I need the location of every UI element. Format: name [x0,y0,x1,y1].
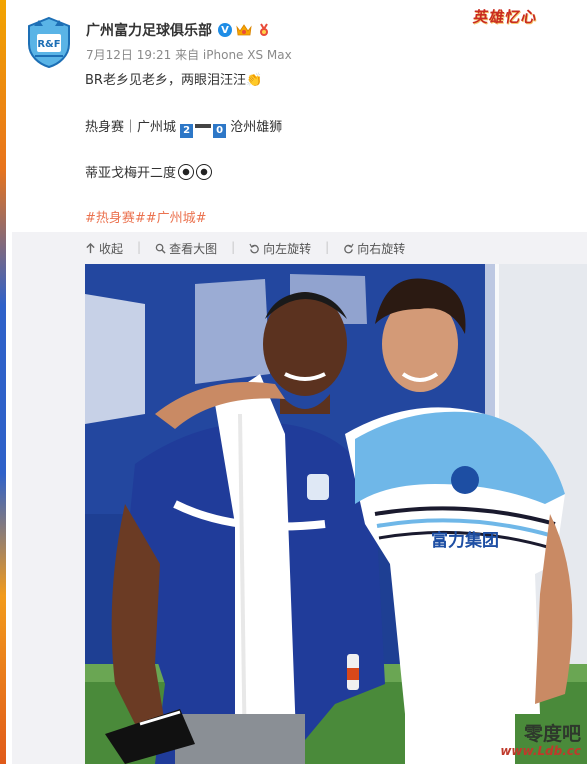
search-icon [155,243,166,254]
rotate-right-label: 向右旋转 [357,241,406,256]
collapse-label: 收起 [99,241,124,256]
verified-badge-icon[interactable]: V [218,23,232,37]
soccer-ball-icon [178,164,195,180]
soccer-ball-icon [196,164,213,180]
rotate-right-button[interactable]: 向右旋转 [343,240,405,256]
toolbar-divider: | [325,240,330,254]
away-score: 0 [213,124,227,138]
rotate-left-label: 向左旋转 [263,241,312,256]
username-link[interactable]: 广州富力足球俱乐部 [86,20,212,40]
collapse-button[interactable]: 收起 [85,240,123,256]
rotate-left-icon [249,243,259,253]
post-meta[interactable]: 7月12日 19:21 来自 iPhone XS Max [86,46,292,63]
away-team: 沧州雄狮 [230,120,283,135]
watermark-chars: 零度吧 [523,723,581,745]
watermark-site: www.Ldb.cc [500,744,581,758]
watermark-top-right: 英雄忆心 [471,8,539,26]
rotate-left-button[interactable]: 向左旋转 [249,240,311,256]
post-line-3-text: 蒂亚戈梅开二度 [85,166,177,181]
post-line-match: 热身赛｜广州城 2 0 沧州雄狮 [85,116,282,138]
media-toolbar: 收起 | 查看大图 | 向左旋转 | 向右旋转 [85,240,405,256]
post-line-3: 蒂亚戈梅开二度 [85,162,213,181]
score-dash [195,124,212,128]
crest-label: R&F [37,39,60,50]
post-line-1: BR老乡见老乡，两眼泪汪汪👏 [85,73,263,88]
club-crest-icon: R&F [28,16,70,69]
post-photo[interactable]: 富力集团 零度吧 www.Ldb.cc [85,264,587,764]
toolbar-divider: | [231,240,236,254]
member-crown-icon[interactable] [236,23,252,37]
avatar[interactable]: R&F [25,16,73,69]
photo-illustration: 富力集团 [85,264,587,764]
left-edge-strip [0,0,6,764]
shirt-sponsor-text: 富力集团 [431,530,499,551]
view-large-label: 查看大图 [169,241,218,256]
collapse-arrow-icon [86,242,95,253]
hashtag-links[interactable]: #热身赛##广州城# [85,207,207,226]
rotate-right-icon [344,243,354,253]
event-medal-icon[interactable] [256,23,272,37]
view-large-button[interactable]: 查看大图 [155,240,217,256]
match-prefix: 热身赛｜广州城 [85,120,177,135]
toolbar-divider: | [137,240,142,254]
user-row: 广州富力足球俱乐部 V [86,20,272,40]
watermark-bottom-right: 零度吧 www.Ldb.cc [500,719,581,758]
home-score: 2 [180,124,194,138]
